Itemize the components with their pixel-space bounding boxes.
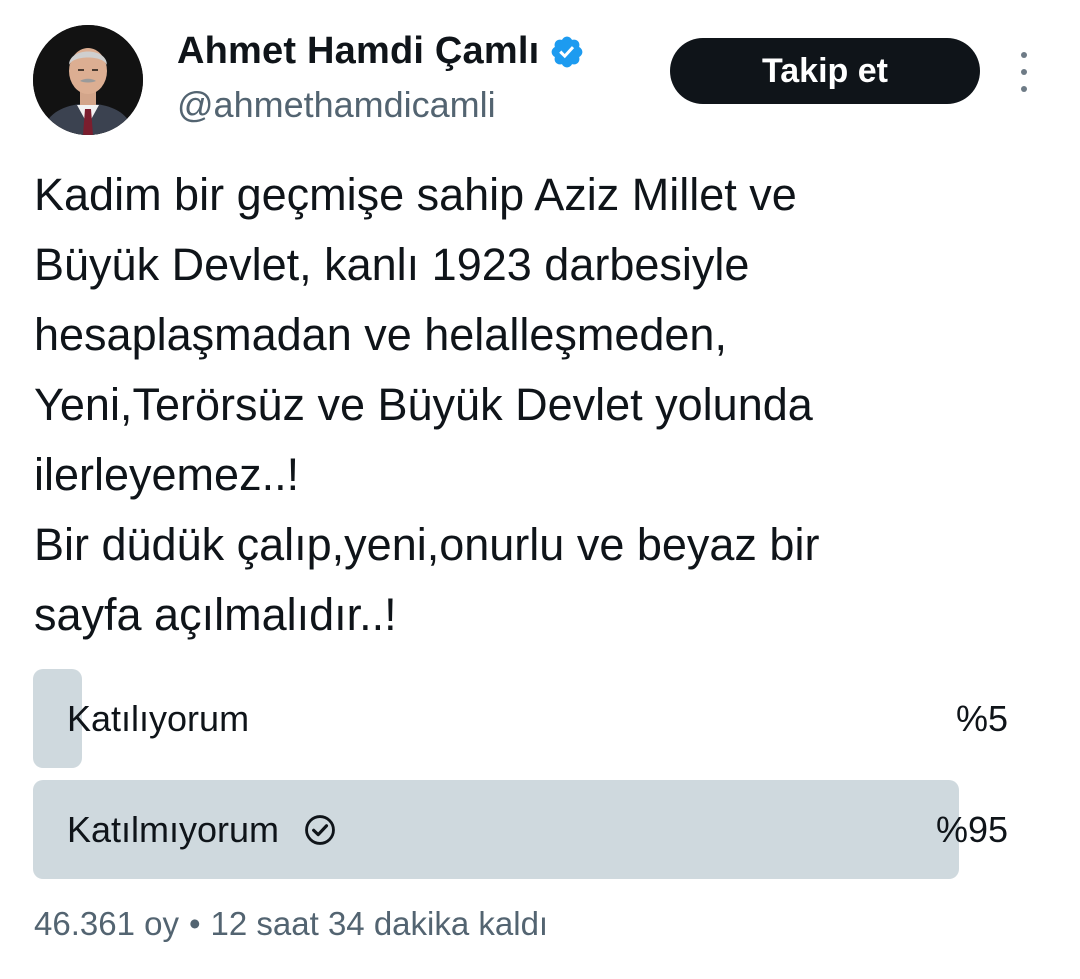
check-circle-icon [303,813,337,847]
poll-vote-count: 46.361 oy [34,905,179,942]
verified-badge-icon [549,34,585,70]
tweet-text-line: Bir düdük çalıp,yeni,onurlu ve beyaz bir [34,519,820,570]
poll-option-label: Katılıyorum [67,697,250,739]
poll-option-disagree: Katılmıyorum %95 [33,780,1008,879]
poll-option-agree: Katılıyorum %5 [33,669,1008,768]
tweet-text-line: Yeni,Terörsüz ve Büyük Devlet yolunda [34,379,813,430]
poll-option-percent: %5 [955,697,1008,739]
tweet-text-line: Kadim bir geçmişe sahip Aziz Millet ve [34,169,797,220]
poll-time-left: 12 saat 34 dakika kaldı [210,905,549,942]
author-name-row: Ahmet Hamdi Çamlı [177,30,585,73]
poll-option-percent: %95 [935,808,1008,850]
poll-meta: 46.361 oy • 12 saat 34 dakika kaldı [34,905,548,943]
tweet-card: Ahmet Hamdi Çamlı @ahmethamdicamli Takip… [0,0,1080,979]
tweet-text-line: ilerleyemez..! [34,449,300,500]
more-vertical-icon[interactable] [1012,52,1036,92]
follow-button[interactable]: Takip et [670,38,980,104]
author-handle[interactable]: @ahmethamdicamli [177,84,496,126]
meta-separator: • [188,905,201,942]
tweet-text-line: hesaplaşmadan ve helalleşmeden, [34,309,727,360]
author-display-name[interactable]: Ahmet Hamdi Çamlı [177,30,539,73]
poll-option-label: Katılmıyorum [67,808,280,850]
poll: Katılıyorum %5 Katılmıyorum %95 [33,669,1008,891]
avatar[interactable] [33,25,143,135]
tweet-text-line: sayfa açılmalıdır..! [34,589,397,640]
tweet-text: Kadim bir geçmişe sahip Aziz Millet ve B… [34,160,1044,650]
tweet-text-line: Büyük Devlet, kanlı 1923 darbesiyle [34,239,750,290]
